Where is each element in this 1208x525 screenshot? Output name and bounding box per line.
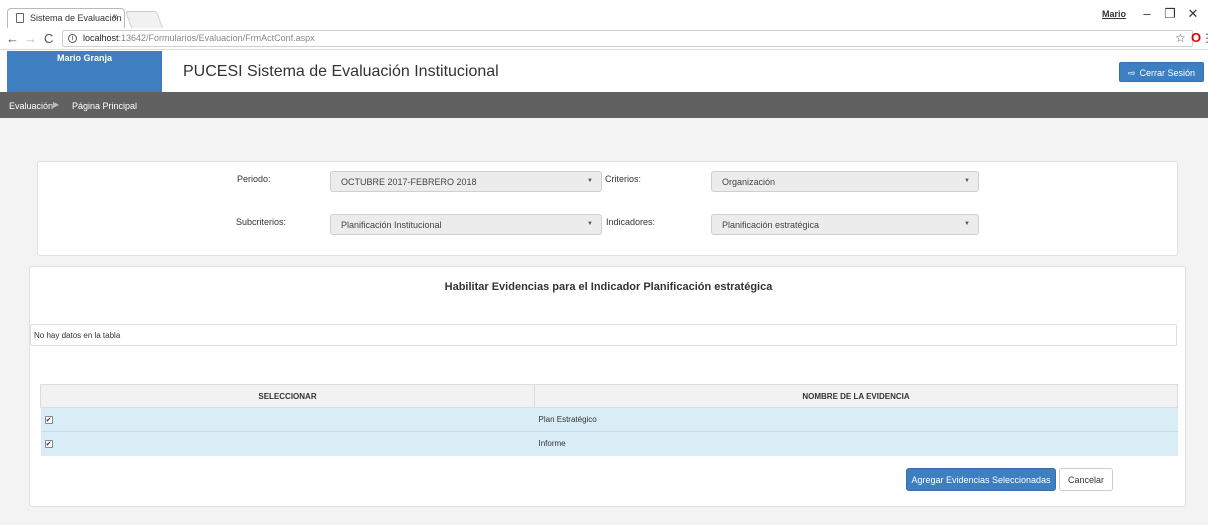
sign-out-icon: ⇨ [1128,68,1136,78]
browser-tab[interactable]: Sistema de Evaluación In × [7,8,125,28]
column-header-seleccionar: SELECCIONAR [40,384,535,408]
tab-close-icon[interactable]: × [112,12,118,23]
close-window-icon[interactable]: ✕ [1183,6,1203,22]
cancel-button[interactable]: Cancelar [1059,468,1113,491]
nav-item-evaluacion[interactable]: Evaluación [9,101,53,111]
url-host: localhost [83,33,119,43]
evidences-table: SELECCIONAR NOMBRE DE LA EVIDENCIA ✔ Pla… [40,384,1178,456]
chevron-down-icon: ▼ [587,221,593,227]
minimize-icon[interactable]: – [1137,6,1157,21]
app-title: PUCESI Sistema de Evaluación Institucion… [183,63,499,80]
criterios-label: Criterios: [605,174,642,184]
evidence-name: Plan Estratégico [534,407,1178,432]
window-user[interactable]: Mario [1102,9,1126,19]
info-icon[interactable]: i [68,34,77,43]
chevron-down-icon: ▼ [964,178,970,184]
app-header: Mario Granja PUCESI Sistema de Evaluació… [0,51,1208,92]
url-path: :13642/Formularios/Evaluacion/FrmActConf… [118,33,315,43]
browser-tabbar: Sistema de Evaluación In × Mario – ❐ ✕ [0,0,1208,28]
row-checkbox[interactable]: ✔ [44,416,53,424]
logout-label: Cerrar Sesión [1139,68,1196,78]
user-name: Mario Granja [7,51,162,92]
breadcrumb: Evaluación ▶ Página Principal [0,92,1208,118]
new-tab-button[interactable] [124,11,164,28]
star-icon[interactable]: ☆ [1175,31,1186,45]
panel-title: Habilitar Evidencias para el Indicador P… [444,281,773,293]
add-evidences-button[interactable]: Agregar Evidencias Seleccionadas [906,468,1056,491]
caret-right-icon: ▶ [53,100,60,109]
address-bar: ← → C i localhost:13642/Formularios/Eval… [0,28,1208,50]
table-row: ✔ Informe [40,431,1178,456]
chevron-down-icon: ▼ [964,221,970,227]
subcriterios-value: Planificación Institucional [341,220,442,230]
restore-icon[interactable]: ❐ [1160,6,1180,22]
indicadores-value: Planificación estratégica [722,220,820,230]
subcriterios-select[interactable]: Planificación Institucional ▼ [330,214,602,235]
select-cell: ✔ [40,431,535,456]
url-input[interactable]: i localhost:13642/Formularios/Evaluacion… [62,30,1193,47]
empty-table-message: No hay datos en la tabla [30,324,1177,346]
logout-button[interactable]: ⇨ Cerrar Sesión [1119,62,1204,82]
tab-title: Sistema de Evaluación In [30,13,125,23]
column-header-nombre: NOMBRE DE LA EVIDENCIA [534,384,1178,408]
periodo-value: OCTUBRE 2017-FEBRERO 2018 [341,177,477,187]
menu-icon[interactable]: ⋮ [1201,31,1208,45]
evidence-name: Informe [534,431,1178,456]
indicadores-label: Indicadores: [606,217,656,227]
forward-arrow-icon[interactable]: → [24,31,37,46]
criterios-value: Organización [722,177,776,187]
subcriterios-label: Subcriterios: [236,217,287,227]
evidences-panel: Habilitar Evidencias para el Indicador P… [29,266,1186,507]
indicadores-select[interactable]: Planificación estratégica ▼ [711,214,979,235]
document-icon [16,13,24,23]
criterios-select[interactable]: Organización ▼ [711,171,979,192]
select-cell: ✔ [40,407,535,432]
filter-panel: Periodo: OCTUBRE 2017-FEBRERO 2018 ▼ Cri… [37,161,1178,256]
periodo-select[interactable]: OCTUBRE 2017-FEBRERO 2018 ▼ [330,171,602,192]
periodo-label: Periodo: [237,174,271,184]
chevron-down-icon: ▼ [587,178,593,184]
table-row: ✔ Plan Estratégico [40,407,1178,432]
back-arrow-icon[interactable]: ← [6,31,19,46]
nav-item-pagina-principal[interactable]: Página Principal [72,101,137,111]
reload-icon[interactable]: C [44,31,53,46]
row-checkbox[interactable]: ✔ [44,440,53,449]
opera-icon[interactable]: O [1191,30,1201,45]
table-header-row: SELECCIONAR NOMBRE DE LA EVIDENCIA [40,384,1178,408]
